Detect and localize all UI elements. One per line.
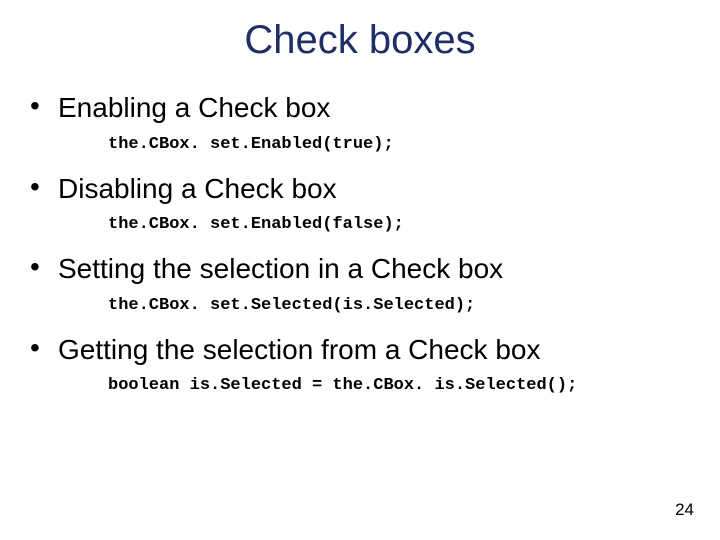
bullet-list: • Enabling a Check box the.CBox. set.Ena… bbox=[30, 91, 690, 395]
bullet-heading: Getting the selection from a Check box bbox=[58, 333, 540, 367]
list-item: • Enabling a Check box the.CBox. set.Ena… bbox=[30, 91, 690, 154]
code-line: the.CBox. set.Selected(is.Selected); bbox=[108, 296, 690, 315]
bullet-heading: Setting the selection in a Check box bbox=[58, 252, 503, 286]
bullet-icon: • bbox=[30, 173, 58, 201]
code-line: boolean is.Selected = the.CBox. is.Selec… bbox=[108, 376, 690, 395]
code-line: the.CBox. set.Enabled(true); bbox=[108, 135, 690, 154]
bullet-icon: • bbox=[30, 253, 58, 281]
slide-title: Check boxes bbox=[30, 18, 690, 63]
list-item: • Getting the selection from a Check box… bbox=[30, 333, 690, 396]
code-line: the.CBox. set.Enabled(false); bbox=[108, 215, 690, 234]
list-item: • Disabling a Check box the.CBox. set.En… bbox=[30, 172, 690, 235]
list-item: • Setting the selection in a Check box t… bbox=[30, 252, 690, 315]
bullet-heading: Enabling a Check box bbox=[58, 91, 330, 125]
bullet-icon: • bbox=[30, 92, 58, 120]
page-number: 24 bbox=[675, 500, 694, 520]
bullet-row: • Getting the selection from a Check box bbox=[30, 333, 690, 367]
bullet-row: • Disabling a Check box bbox=[30, 172, 690, 206]
bullet-heading: Disabling a Check box bbox=[58, 172, 337, 206]
bullet-row: • Setting the selection in a Check box bbox=[30, 252, 690, 286]
slide: Check boxes • Enabling a Check box the.C… bbox=[0, 0, 720, 540]
bullet-icon: • bbox=[30, 334, 58, 362]
bullet-row: • Enabling a Check box bbox=[30, 91, 690, 125]
